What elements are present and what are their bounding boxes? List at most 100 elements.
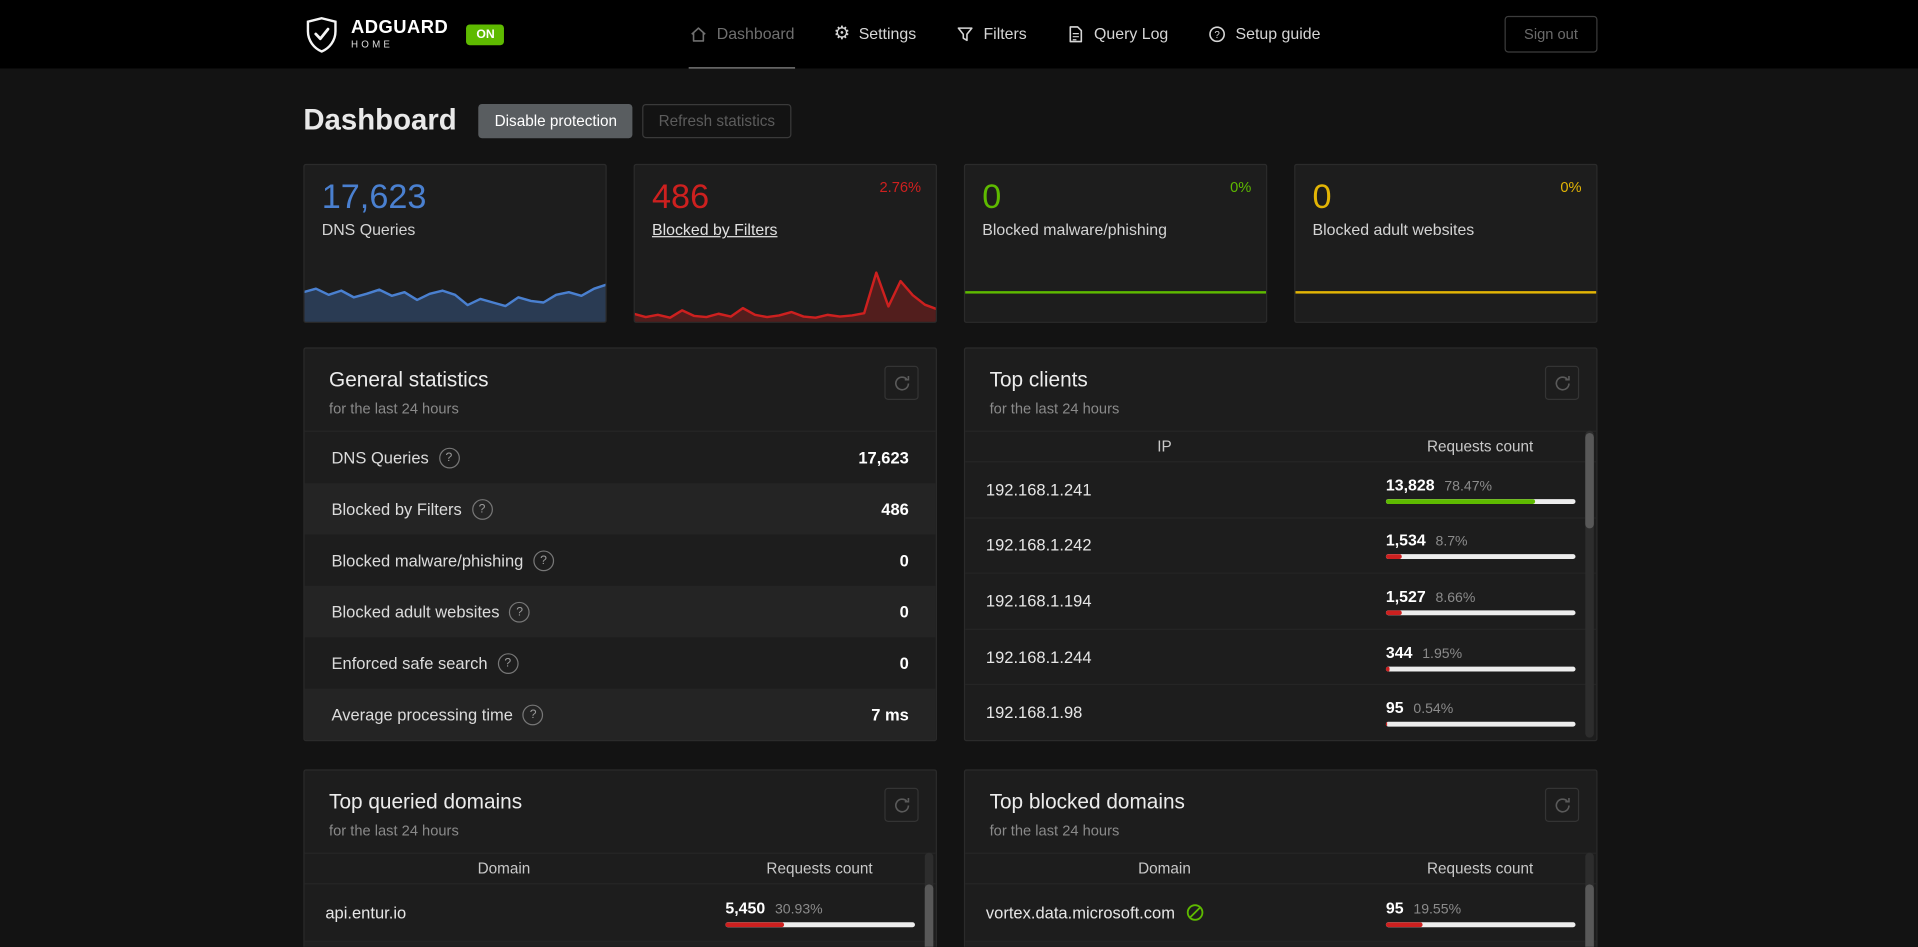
dashboard-content: Dashboard Disable protection Refresh sta… [303, 103, 1598, 947]
table-header: IP Requests count [965, 430, 1597, 463]
refresh-card-button[interactable] [1544, 787, 1580, 822]
blocked-domains-table-body: vortex.data.microsoft.com 95 19.55% [965, 884, 1597, 947]
nav-label: Query Log [1094, 24, 1169, 43]
stat-card-blocked-adult: 0% 0 Blocked adult websites [1294, 163, 1598, 323]
help-icon[interactable]: ? [438, 447, 460, 468]
clients-table-body: 192.168.1.241 13,828 78.47% 192.168.1.24… [965, 462, 1597, 740]
request-count: 13,828 [1385, 475, 1435, 494]
client-row: 192.168.1.194 1,527 8.66% [965, 572, 1597, 629]
stat-row-label: Blocked malware/phishing [331, 551, 524, 570]
stat-row-value: 486 [881, 499, 909, 519]
request-count: 1,527 [1385, 587, 1426, 606]
queried-domains-table-body: api.entur.io 5,450 30.93% [304, 884, 936, 947]
stat-card-dns-queries: 17,623 DNS Queries [303, 163, 607, 323]
top-navbar: ADGUARD HOME ON Dashboard ⚙ Settings Fil… [0, 0, 1918, 69]
scrollbar[interactable] [924, 852, 934, 947]
progress-bar [1385, 498, 1576, 504]
stat-cards-row: 17,623 DNS Queries 2.76% 486 Blocked by … [303, 163, 1598, 323]
unblock-domain-icon[interactable] [1185, 903, 1205, 923]
stat-label: Blocked by Filters [652, 220, 936, 238]
column-header-requests: Requests count [1426, 437, 1534, 456]
domain-row-cut [304, 940, 936, 947]
client-row: 192.168.1.98 95 0.54% [965, 684, 1597, 740]
domain-row-cut [965, 940, 1597, 947]
nav-label: Dashboard [716, 24, 795, 43]
panel-subtitle: for the last 24 hours [989, 821, 1120, 840]
shield-check-icon [306, 16, 337, 53]
stat-row: Average processing time ? 7 ms [304, 688, 936, 741]
progress-fill [1385, 554, 1403, 560]
sign-out-button[interactable]: Sign out [1504, 15, 1598, 53]
nav-item-setup-guide[interactable]: ? Setup guide [1207, 0, 1320, 68]
brand-subtitle: HOME [351, 39, 394, 51]
request-count: 95 [1385, 898, 1404, 917]
help-icon[interactable]: ? [497, 652, 519, 674]
nav-label: Filters [983, 24, 1027, 43]
request-count: 344 [1385, 642, 1413, 662]
column-header-domain: Domain [477, 859, 531, 878]
scrollbar-thumb[interactable] [1585, 433, 1594, 529]
panel-subtitle: for the last 24 hours [329, 399, 459, 418]
adult-flatline-chart [1295, 291, 1597, 294]
scrollbar[interactable] [1585, 852, 1594, 947]
help-icon[interactable]: ? [522, 703, 544, 725]
gear-icon: ⚙ [833, 23, 851, 45]
client-ip: 192.168.1.241 [985, 480, 1092, 499]
help-icon[interactable]: ? [509, 601, 531, 623]
stat-label: Blocked adult websites [1312, 220, 1475, 239]
progress-bar [1385, 721, 1576, 727]
nav-item-dashboard[interactable]: Dashboard [688, 0, 795, 69]
client-row: 192.168.1.242 1,534 8.7% [965, 516, 1597, 573]
progress-fill [1385, 921, 1423, 927]
scrollbar-thumb[interactable] [924, 884, 934, 947]
progress-fill [1385, 610, 1403, 616]
stat-row-value: 0 [899, 602, 909, 621]
stat-value: 0 [1312, 177, 1332, 216]
refresh-card-button[interactable] [884, 787, 919, 822]
request-count: 5,450 [725, 898, 766, 917]
brand-name: ADGUARD [351, 17, 449, 38]
domain-name: api.entur.io [325, 903, 407, 922]
column-header-requests: Requests count [766, 859, 873, 878]
stat-card-blocked-by-filters: 2.76% 486 Blocked by Filters [633, 163, 937, 323]
stat-percent: 0% [1560, 178, 1582, 196]
stat-label: DNS Queries [321, 220, 416, 239]
panel-subtitle: for the last 24 hours [989, 399, 1120, 418]
stat-percent: 2.76% [879, 178, 922, 196]
panel-title: Top queried domains [329, 790, 523, 814]
main-nav: Dashboard ⚙ Settings Filters Query Log ?… [688, 0, 1320, 69]
help-circle-icon: ? [1209, 25, 1226, 42]
stat-row-label: DNS Queries [331, 448, 429, 467]
adguard-home-logo[interactable]: ADGUARD HOME ON [303, 14, 505, 54]
query-log-icon [1069, 25, 1083, 42]
panel-title: Top blocked domains [989, 790, 1185, 814]
refresh-card-button[interactable] [884, 365, 919, 400]
stat-row-value: 7 ms [871, 705, 909, 724]
domain-row: api.entur.io 5,450 30.93% [305, 884, 936, 940]
refresh-card-button[interactable] [1544, 365, 1580, 400]
scrollbar-thumb[interactable] [1585, 884, 1594, 947]
blocked-by-filters-link[interactable]: Blocked by Filters [652, 220, 777, 238]
disable-protection-button[interactable]: Disable protection [478, 103, 633, 139]
general-statistics-panel: General statistics for the last 24 hours… [303, 347, 937, 742]
client-ip: 192.168.1.244 [985, 647, 1092, 667]
request-count: 95 [1385, 698, 1404, 718]
stat-row-value: 0 [899, 653, 909, 673]
nav-item-filters[interactable]: Filters [955, 0, 1027, 68]
stat-row: Blocked malware/phishing ? 0 [305, 535, 936, 586]
help-icon[interactable]: ? [533, 549, 554, 571]
panel-title: Top clients [989, 368, 1088, 392]
dns-queries-sparkline [304, 283, 606, 322]
domain-row: vortex.data.microsoft.com 95 19.55% [965, 884, 1596, 940]
refresh-icon [1554, 797, 1570, 812]
nav-item-settings[interactable]: ⚙ Settings [834, 0, 916, 68]
progress-fill [725, 921, 785, 927]
help-icon[interactable]: ? [471, 498, 493, 520]
stat-row-label: Average processing time [331, 705, 513, 724]
progress-fill [1385, 498, 1535, 504]
malware-flatline-chart [965, 291, 1267, 294]
refresh-statistics-button[interactable]: Refresh statistics [642, 103, 791, 139]
nav-item-query-log[interactable]: Query Log [1066, 0, 1168, 68]
nav-label: Settings [858, 24, 917, 43]
scrollbar[interactable] [1585, 430, 1594, 738]
